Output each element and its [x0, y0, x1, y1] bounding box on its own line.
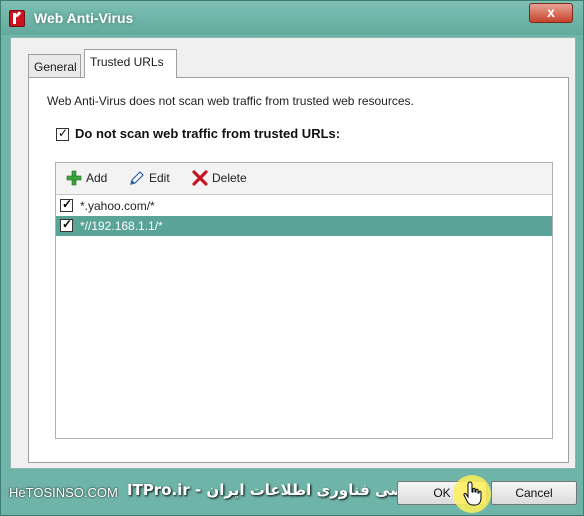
tab-general[interactable]: General	[28, 54, 81, 78]
do-not-scan-checkbox[interactable]	[56, 126, 69, 141]
tab-trusted-urls[interactable]: Trusted URLs	[84, 49, 177, 78]
pencil-icon	[130, 171, 144, 185]
url-row[interactable]: *.yahoo.com/*	[56, 196, 552, 216]
watermark-site: TOSINSO.COM	[25, 485, 118, 500]
url-text: *//192.168.1.1/*	[80, 219, 163, 233]
delete-label: Delete	[212, 171, 247, 185]
plus-icon	[66, 170, 82, 186]
url-text: *.yahoo.com/*	[80, 199, 155, 213]
list-toolbar: Add Edit Delete	[56, 163, 552, 195]
help-label: He	[9, 485, 26, 500]
edit-button[interactable]: Edit	[129, 170, 170, 188]
kaspersky-logo-icon	[9, 10, 25, 27]
trusted-urls-panel: Web Anti-Virus does not scan web traffic…	[28, 77, 569, 463]
help-link[interactable]: HeTOSINSO.COM	[9, 485, 118, 500]
url-row-selected[interactable]: *//192.168.1.1/*	[56, 216, 552, 236]
hand-cursor-icon	[463, 481, 482, 506]
trusted-url-list: Add Edit Delete ✓ *.yahoo.com/* ✓ *//192…	[55, 162, 553, 439]
delete-button[interactable]: Delete	[192, 170, 247, 188]
cancel-button[interactable]: Cancel	[491, 481, 577, 505]
add-label: Add	[86, 171, 108, 185]
delete-x-icon	[192, 170, 208, 186]
panel-description: Web Anti-Virus does not scan web traffic…	[47, 94, 414, 108]
edit-label: Edit	[149, 171, 170, 185]
url-row-checkbox[interactable]	[60, 217, 73, 232]
web-antivirus-window: Web Anti-Virus x General Trusted URLs We…	[0, 0, 584, 516]
do-not-scan-label[interactable]: Do not scan web traffic from trusted URL…	[75, 126, 340, 141]
window-title: Web Anti-Virus	[34, 10, 134, 26]
url-row-checkbox[interactable]	[60, 197, 73, 212]
title-bar[interactable]: Web Anti-Virus x	[1, 1, 583, 35]
close-button[interactable]: x	[529, 3, 573, 23]
add-button[interactable]: Add	[66, 170, 107, 188]
dialog-body: General Trusted URLs Web Anti-Virus does…	[10, 37, 576, 469]
